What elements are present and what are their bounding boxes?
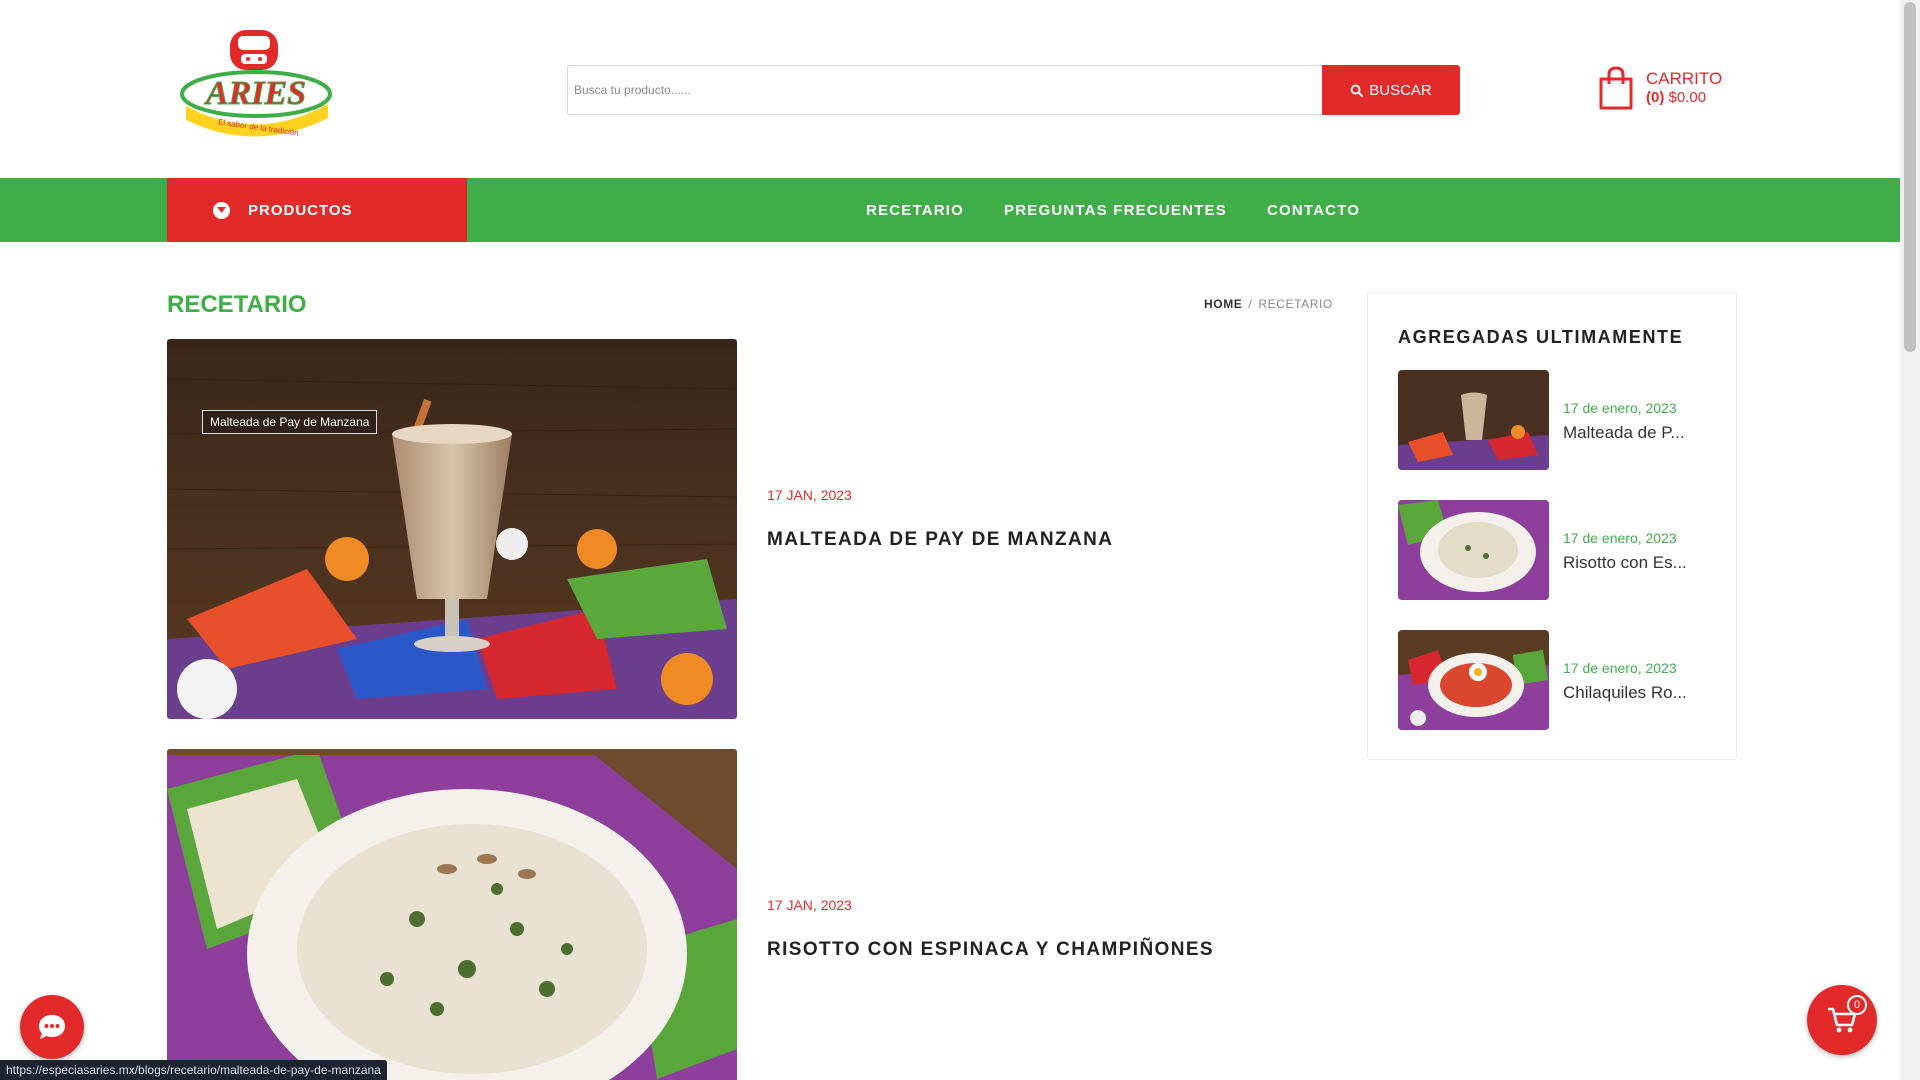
post-date: 17 JAN, 2023	[767, 487, 852, 503]
cart-amount: (0) $0.00	[1646, 88, 1722, 107]
scrollbar-thumb[interactable]	[1904, 2, 1916, 352]
cart-total: $0.00	[1668, 89, 1707, 106]
recent-post-thumbnail[interactable]	[1398, 370, 1549, 470]
post-title[interactable]: MALTEADA DE PAY DE MANZANA	[767, 529, 1113, 551]
products-menu-button[interactable]: PRODUCTOS	[167, 178, 467, 242]
recent-post-title[interactable]: Chilaquiles Ro...	[1563, 683, 1693, 703]
svg-text:ARIES: ARIES	[204, 75, 306, 112]
nav-link-preguntas-frecuentes[interactable]: PREGUNTAS FRECUENTES	[1004, 202, 1227, 219]
post-date: 17 JAN, 2023	[767, 897, 852, 913]
search-icon	[1350, 84, 1364, 97]
shopping-bag-icon	[1599, 66, 1633, 110]
nav-link-recetario[interactable]: RECETARIO	[866, 202, 964, 219]
post-image-risotto[interactable]	[167, 749, 737, 1080]
chat-bubble-icon	[39, 1015, 65, 1039]
recent-posts-sidebar: AGREGADAS ULTIMAMENTE 17 de enero, 2023 …	[1367, 292, 1737, 760]
recent-post-date: 17 de enero, 2023	[1563, 660, 1677, 676]
products-menu-label: PRODUCTOS	[248, 201, 353, 219]
recent-post-item: 17 de enero, 2023 Malteada de P...	[1398, 370, 1718, 470]
blog-post: 17 JAN, 2023 RISOTTO CON ESPINACA Y CHAM…	[167, 749, 1337, 1080]
nav-link-contacto[interactable]: CONTACTO	[1267, 202, 1360, 219]
breadcrumb-separator: /	[1248, 297, 1253, 311]
cart-count: (0)	[1646, 89, 1665, 106]
blog-post: Malteada de Pay de Manzana 17 JAN, 2023 …	[167, 339, 1337, 719]
site-header: ARIES El sabor de la tradición BUSCAR CA…	[0, 0, 1900, 178]
post-image-malteada[interactable]: Malteada de Pay de Manzana	[167, 339, 737, 719]
recent-post-item: 17 de enero, 2023 Chilaquiles Ro...	[1398, 630, 1718, 730]
chat-button[interactable]	[20, 995, 84, 1059]
breadcrumb-home[interactable]: HOME	[1204, 297, 1242, 311]
search-button[interactable]: BUSCAR	[1322, 65, 1460, 115]
recent-post-date: 17 de enero, 2023	[1563, 530, 1677, 546]
cart-title: CARRITO	[1646, 69, 1723, 88]
recent-post-item: 17 de enero, 2023 Risotto con Es...	[1398, 500, 1718, 600]
cart-count-badge: 0	[1847, 995, 1867, 1015]
status-bar-url: https://especiasaries.mx/blogs/recetario…	[0, 1060, 387, 1080]
post-title[interactable]: RISOTTO CON ESPINACA Y CHAMPIÑONES	[767, 939, 1214, 961]
recent-post-date: 17 de enero, 2023	[1563, 400, 1677, 416]
page-title: RECETARIO	[167, 291, 307, 318]
breadcrumb-current: RECETARIO	[1258, 297, 1333, 311]
breadcrumb: HOME / RECETARIO	[1204, 297, 1333, 311]
recent-post-title[interactable]: Malteada de P...	[1563, 423, 1693, 443]
search-bar: BUSCAR	[567, 65, 1460, 115]
recent-post-thumbnail[interactable]	[1398, 500, 1549, 600]
recent-post-title[interactable]: Risotto con Es...	[1563, 553, 1693, 573]
chevron-down-icon	[213, 201, 230, 219]
sidebar-heading: AGREGADAS ULTIMAMENTE	[1398, 327, 1684, 347]
floating-cart-button[interactable]: 0	[1807, 985, 1877, 1055]
search-button-label: BUSCAR	[1369, 81, 1432, 99]
post-image-tag: Malteada de Pay de Manzana	[202, 410, 378, 434]
main-nav: PRODUCTOS RECETARIO PREGUNTAS FRECUENTES…	[0, 178, 1900, 242]
cart-summary: CARRITO (0) $0.00	[1646, 69, 1722, 107]
recent-post-thumbnail[interactable]	[1398, 630, 1549, 730]
nav-links: RECETARIO PREGUNTAS FRECUENTES CONTACTO	[866, 178, 1360, 242]
page-scrollbar[interactable]	[1900, 0, 1920, 1080]
aries-logo[interactable]: ARIES El sabor de la tradición	[178, 26, 334, 152]
search-input[interactable]	[567, 65, 1322, 115]
header-cart[interactable]: CARRITO (0) $0.00	[1598, 66, 1722, 110]
